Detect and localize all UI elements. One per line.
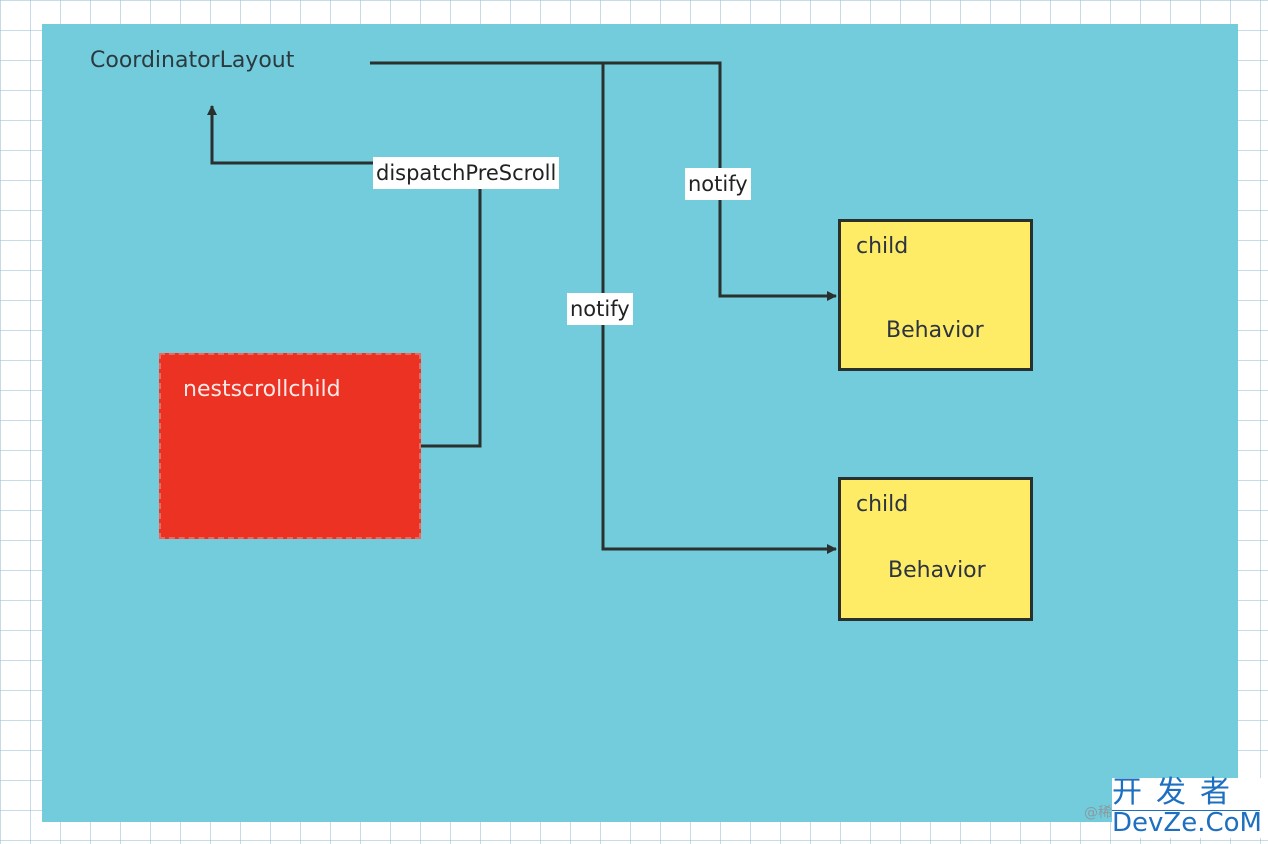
coordinator-layout-label: CoordinatorLayout [90,48,295,73]
behavior-label: Behavior [888,558,986,583]
nested-scroll-child-label: nestscrollchild [183,377,341,402]
watermark-cn-text: 开发者 [1112,775,1244,810]
notify-label-1: notify [685,168,751,200]
child-box-2: child Behavior [838,477,1033,621]
nested-scroll-child-box: nestscrollchild [159,353,421,539]
behavior-label: Behavior [886,318,984,343]
watermark-author: @稀 [1084,805,1112,821]
notify-label-2: notify [567,293,633,325]
child-label: child [856,492,909,517]
watermark-en-text: DevZe.CoM [1112,808,1262,838]
dispatch-prescroll-label: dispatchPreScroll [373,157,560,189]
child-box-1: child Behavior [838,219,1033,371]
child-label: child [856,234,909,259]
